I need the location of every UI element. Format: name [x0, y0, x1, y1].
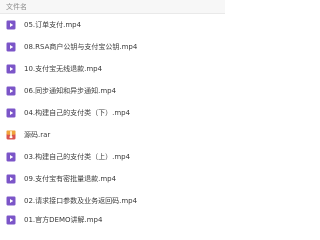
- file-row[interactable]: 10.支付宝无线退款.mp4: [0, 60, 225, 78]
- file-name: 08.RSA商户公钥与支付宝公钥.mp4: [24, 43, 138, 51]
- video-file-icon: [6, 86, 16, 96]
- file-row[interactable]: 05.订单支付.mp4: [0, 16, 225, 34]
- file-row[interactable]: 04.构建自己的支付类（下）.mp4: [0, 104, 225, 122]
- video-file-icon: [6, 20, 16, 30]
- video-file-icon: [6, 196, 16, 206]
- file-row[interactable]: 03.构建自己的支付类（上）.mp4: [0, 148, 225, 166]
- video-file-icon: [6, 152, 16, 162]
- file-row[interactable]: 01.官方DEMO讲解.mp4: [0, 211, 225, 229]
- file-row[interactable]: 09.支付宝有密批量退款.mp4: [0, 170, 225, 188]
- file-name: 源码.rar: [24, 131, 51, 139]
- column-header-label: 文件名: [6, 3, 27, 11]
- file-name: 02.请求接口参数及业务返回码.mp4: [24, 197, 138, 205]
- file-name: 04.构建自己的支付类（下）.mp4: [24, 109, 131, 117]
- file-row[interactable]: 06.同步通知和异步通知.mp4: [0, 82, 225, 100]
- file-name: 03.构建自己的支付类（上）.mp4: [24, 153, 131, 161]
- archive-file-icon: [6, 130, 16, 140]
- video-file-icon: [6, 215, 16, 225]
- video-file-icon: [6, 42, 16, 52]
- file-row[interactable]: 08.RSA商户公钥与支付宝公钥.mp4: [0, 38, 225, 56]
- file-name: 01.官方DEMO讲解.mp4: [24, 216, 103, 224]
- file-name-column-header[interactable]: 文件名: [0, 0, 225, 14]
- file-name: 09.支付宝有密批量退款.mp4: [24, 175, 117, 183]
- file-name: 05.订单支付.mp4: [24, 21, 82, 29]
- file-row[interactable]: 源码.rar: [0, 126, 225, 144]
- file-name: 06.同步通知和异步通知.mp4: [24, 87, 117, 95]
- file-row[interactable]: 02.请求接口参数及业务返回码.mp4: [0, 192, 225, 210]
- video-file-icon: [6, 64, 16, 74]
- video-file-icon: [6, 108, 16, 118]
- file-list: 05.订单支付.mp4 08.RSA商户公钥与支付宝公钥.mp4 10.支付宝无…: [0, 14, 225, 225]
- file-list-panel: 文件名 05.订单支付.mp4 08.RSA商户公钥与支付宝公钥.mp4 10.…: [0, 0, 225, 225]
- video-file-icon: [6, 174, 16, 184]
- file-name: 10.支付宝无线退款.mp4: [24, 65, 103, 73]
